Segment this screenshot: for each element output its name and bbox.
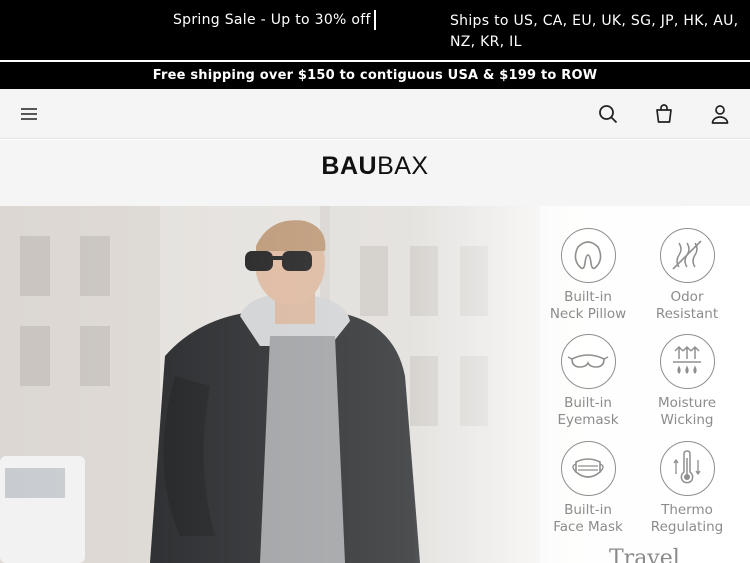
feature-line2: Resistant	[655, 306, 719, 322]
feature-moisture-wicking: Moisture Wicking	[632, 334, 742, 429]
neck-pillow-icon	[560, 228, 616, 283]
hero-banner[interactable]: Built-in Neck Pillow Odor Resistant Buil…	[0, 206, 750, 563]
odor-resistant-icon	[659, 228, 715, 283]
shipping-notice-text: Free shipping over $150 to contiguous US…	[152, 68, 598, 83]
feature-thermo-regulating: Thermo Regulating	[632, 441, 742, 536]
menu-icon[interactable]	[17, 102, 41, 126]
search-icon[interactable]	[596, 102, 620, 126]
feature-line1: Thermo	[661, 502, 713, 518]
site-header	[0, 89, 750, 139]
eyemask-icon	[560, 334, 616, 389]
feature-line1: Built-in	[564, 502, 612, 518]
face-mask-icon	[560, 441, 616, 496]
moisture-wicking-icon	[659, 334, 715, 389]
thermo-regulating-icon	[659, 441, 715, 496]
brand-logo[interactable]: BAUBAX	[0, 152, 750, 181]
hero-tagline: Travel	[609, 546, 680, 563]
feature-line1: Built-in	[564, 395, 612, 411]
bag-icon[interactable]	[652, 102, 676, 126]
feature-neck-pillow: Built-in Neck Pillow	[533, 228, 643, 323]
logo-bar: BAUBAX	[0, 140, 750, 206]
feature-odor-resistant: Odor Resistant	[632, 228, 742, 323]
sale-announcement[interactable]: Spring Sale - Up to 30% off	[173, 11, 371, 29]
logo-light-part: BAX	[377, 152, 429, 180]
announcement-bar: Spring Sale - Up to 30% off Ships to US,…	[0, 0, 750, 60]
feature-face-mask: Built-in Face Mask	[533, 441, 643, 536]
feature-line2: Regulating	[650, 519, 724, 535]
shipping-countries: Ships to US, CA, EU, UK, SG, JP, HK, AU,…	[450, 13, 739, 50]
feature-line2: Wicking	[660, 412, 714, 428]
feature-line2: Face Mask	[553, 519, 623, 535]
account-icon[interactable]	[708, 102, 732, 126]
feature-line2: Neck Pillow	[549, 306, 627, 322]
feature-eyemask: Built-in Eyemask	[533, 334, 643, 429]
shipping-notice-bar: Free shipping over $150 to contiguous US…	[0, 62, 750, 89]
feature-line1: Built-in	[564, 289, 612, 305]
feature-line1: Moisture	[657, 395, 717, 411]
feature-line1: Odor	[670, 289, 704, 305]
feature-line2: Eyemask	[557, 412, 619, 428]
announcement-divider	[374, 10, 376, 30]
logo-bold-part: BAU	[321, 152, 378, 180]
